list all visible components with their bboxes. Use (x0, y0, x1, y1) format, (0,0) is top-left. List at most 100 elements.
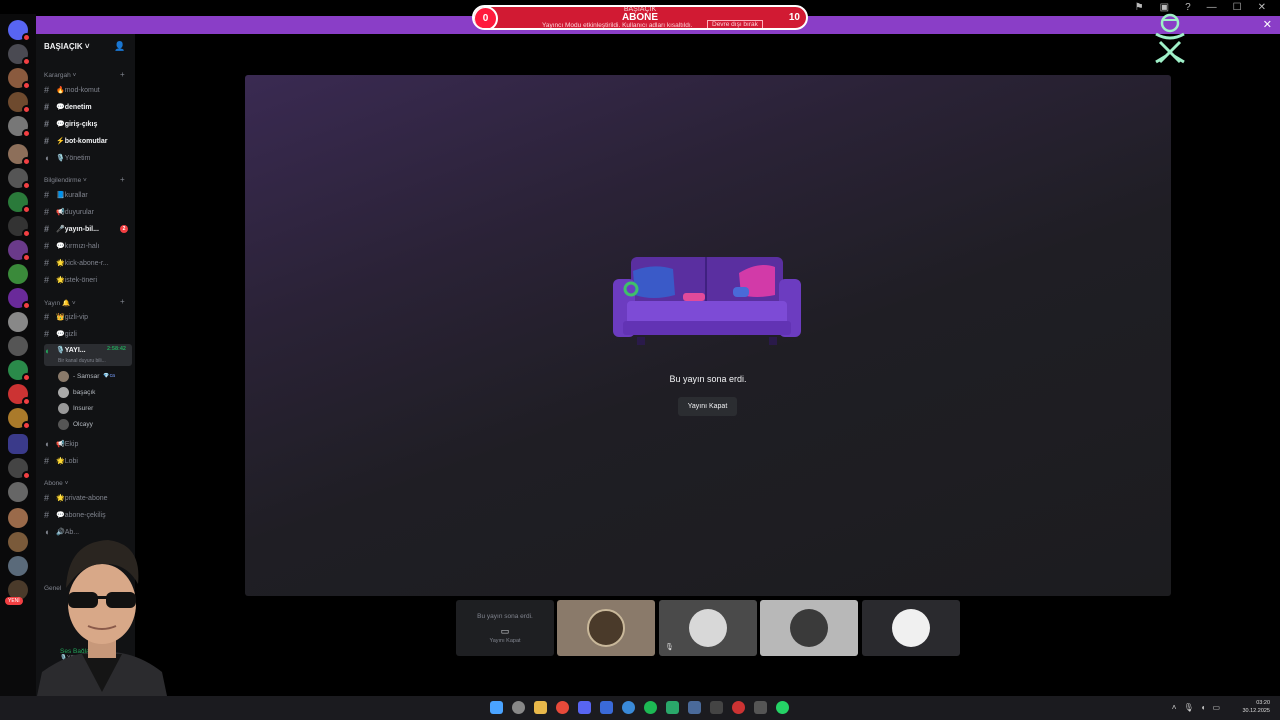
channel-label: 👑gizli-vip (56, 314, 89, 321)
app-icon[interactable] (600, 701, 613, 714)
channel-kirmizi-hali[interactable]: # 💬kırmızı-halı (44, 239, 132, 253)
spotify-icon[interactable] (644, 701, 657, 714)
channel-label: 🎙️YAYI... (56, 347, 86, 354)
add-member-icon[interactable]: 👤 (114, 41, 125, 52)
speaker-icon[interactable]: ◖ (1201, 703, 1206, 712)
app-icon[interactable] (732, 701, 745, 714)
couch-illustration (613, 257, 801, 345)
file-explorer-icon[interactable] (534, 701, 547, 714)
category-abone[interactable]: Abone ˅ (44, 480, 68, 487)
close-icon[interactable]: ✕ (1263, 18, 1272, 31)
maximize-icon[interactable]: ☐ (1233, 2, 1242, 13)
start-icon[interactable] (490, 701, 503, 714)
server-icon[interactable] (8, 192, 31, 214)
channel-abone-cekilis[interactable]: # 💬abone-çekiliş (44, 508, 132, 522)
hash-icon: # (44, 258, 50, 268)
app-icon[interactable] (754, 701, 767, 714)
subscriber-goal-widget: BAŞIAÇIK 0 ABONE Yayıncı Modu etkinleşti… (472, 5, 808, 30)
server-icon[interactable] (8, 240, 31, 262)
channel-kick-abone[interactable]: # 🌟kick-abone-r... (44, 256, 132, 270)
server-icon[interactable] (8, 92, 31, 114)
channel-denetim[interactable]: # 💬denetim (44, 100, 132, 114)
taskbar: ˄ 🎙 ◖ ▭ 03:20 30.12.2025 (0, 696, 1280, 720)
participant-tile[interactable] (862, 600, 960, 656)
server-icon[interactable] (8, 216, 31, 238)
voice-member[interactable]: Insurer (58, 402, 93, 414)
network-icon[interactable]: ▭ (1212, 703, 1220, 712)
chevron-up-icon[interactable]: ˄ (1172, 703, 1177, 712)
channel-private-abone[interactable]: # 🌟private-abone (44, 491, 132, 505)
channel-bot-komutlar[interactable]: # ⚡bot-komutlar (44, 134, 132, 148)
channel-giris-cikis[interactable]: # 💬giriş-çıkış (44, 117, 132, 131)
server-icon[interactable] (8, 384, 31, 406)
channel-gizli-vip[interactable]: # 👑gizli-vip (44, 310, 132, 324)
close-stream-button[interactable]: Yayını Kapat (678, 397, 737, 416)
stream-tile[interactable]: Bu yayın sona erdi. ▭ Yayını Kapat (456, 600, 554, 656)
system-clock[interactable]: 03:20 30.12.2025 (1242, 699, 1270, 715)
channel-mod-komut[interactable]: # 🔥mod-komut (44, 83, 132, 97)
server-icon[interactable] (8, 312, 28, 332)
channel-istek-oneri[interactable]: # 🌟istek-öneri (44, 273, 132, 287)
close-window-icon[interactable]: ✕ (1258, 2, 1266, 13)
server-icon[interactable] (8, 144, 31, 166)
hash-icon: # (44, 224, 50, 234)
server-icon[interactable] (8, 288, 31, 310)
server-icon[interactable] (8, 458, 31, 480)
add-channel-icon[interactable]: + (120, 175, 125, 184)
telegram-icon[interactable] (622, 701, 635, 714)
server-icon[interactable] (8, 116, 31, 138)
channel-label: 💬denetim (56, 104, 92, 111)
whatsapp-icon[interactable] (776, 701, 789, 714)
participant-tile[interactable]: 🎙 (659, 600, 757, 656)
server-icon[interactable] (8, 336, 28, 356)
server-icon[interactable] (8, 68, 31, 90)
channel-status: Bir kanal duyuru bili... (58, 358, 106, 364)
category-label: Karargah (44, 72, 71, 79)
hash-icon: # (44, 241, 50, 251)
category-bilgilendirme[interactable]: Bilgilendirme ˅ (44, 177, 87, 184)
channel-label: 🌟istek-öneri (56, 277, 98, 284)
add-channel-icon[interactable]: + (120, 70, 125, 79)
speaker-icon: ◖ (44, 153, 50, 163)
voice-member[interactable]: başaçık (58, 386, 95, 398)
disable-streamer-mode-button[interactable]: Devre dışı bırak (707, 20, 763, 28)
channel-lobi[interactable]: # 🌟Lobi (44, 454, 132, 468)
channel-label: 🌟Lobi (56, 458, 78, 465)
voice-member[interactable]: Olcayy (58, 418, 93, 430)
channel-yayin-bil[interactable]: # 🎤yayın-bil... 2 (44, 222, 132, 236)
streamer-mode-notice: Yayıncı Modu etkinleştirildi. Kullanıcı … (542, 22, 693, 29)
minimize-icon[interactable]: — (1207, 2, 1217, 13)
participant-tile[interactable] (760, 600, 858, 656)
server-icon[interactable] (8, 168, 31, 190)
app-icon[interactable] (688, 701, 701, 714)
server-icon[interactable] (8, 408, 31, 430)
home-icon[interactable] (8, 20, 31, 42)
stream-ended-message: Bu yayın sona erdi. (669, 374, 747, 384)
mic-icon[interactable]: 🎙 (1183, 703, 1193, 712)
server-name-header[interactable]: BAŞIAÇIK ˅ (44, 42, 90, 51)
category-karargah[interactable]: Karargah ˅ (44, 72, 76, 79)
discord-icon[interactable] (578, 701, 591, 714)
channel-ekip[interactable]: ◖ 📢Ekip (44, 437, 132, 451)
channel-duyurular[interactable]: # 📢duyurular (44, 205, 132, 219)
app-icon[interactable] (666, 701, 679, 714)
app-icon[interactable] (710, 701, 723, 714)
folder-icon[interactable] (8, 434, 28, 454)
category-label: Abone (44, 480, 63, 487)
server-icon[interactable] (8, 360, 31, 382)
server-icon[interactable] (8, 264, 28, 284)
participant-tile[interactable] (557, 600, 655, 656)
server-icon[interactable] (8, 482, 28, 502)
voice-member[interactable]: - Samsar 💎ca (58, 370, 115, 382)
add-channel-icon[interactable]: + (120, 297, 125, 306)
channel-gizli[interactable]: # 💬gizli (44, 327, 132, 341)
channel-kurallar[interactable]: # 📘kurallar (44, 188, 132, 202)
inbox-icon[interactable]: ⚑ (1135, 2, 1144, 13)
server-icon[interactable] (8, 44, 31, 66)
category-yayin[interactable]: Yayın 🔔 ˅ (44, 299, 76, 307)
tile-close-label[interactable]: Yayını Kapat (456, 638, 554, 644)
chrome-icon[interactable] (556, 701, 569, 714)
avatar (892, 609, 930, 647)
search-icon[interactable] (512, 701, 525, 714)
channel-yonetim[interactable]: ◖ 🎙️Yönetim (44, 151, 132, 165)
